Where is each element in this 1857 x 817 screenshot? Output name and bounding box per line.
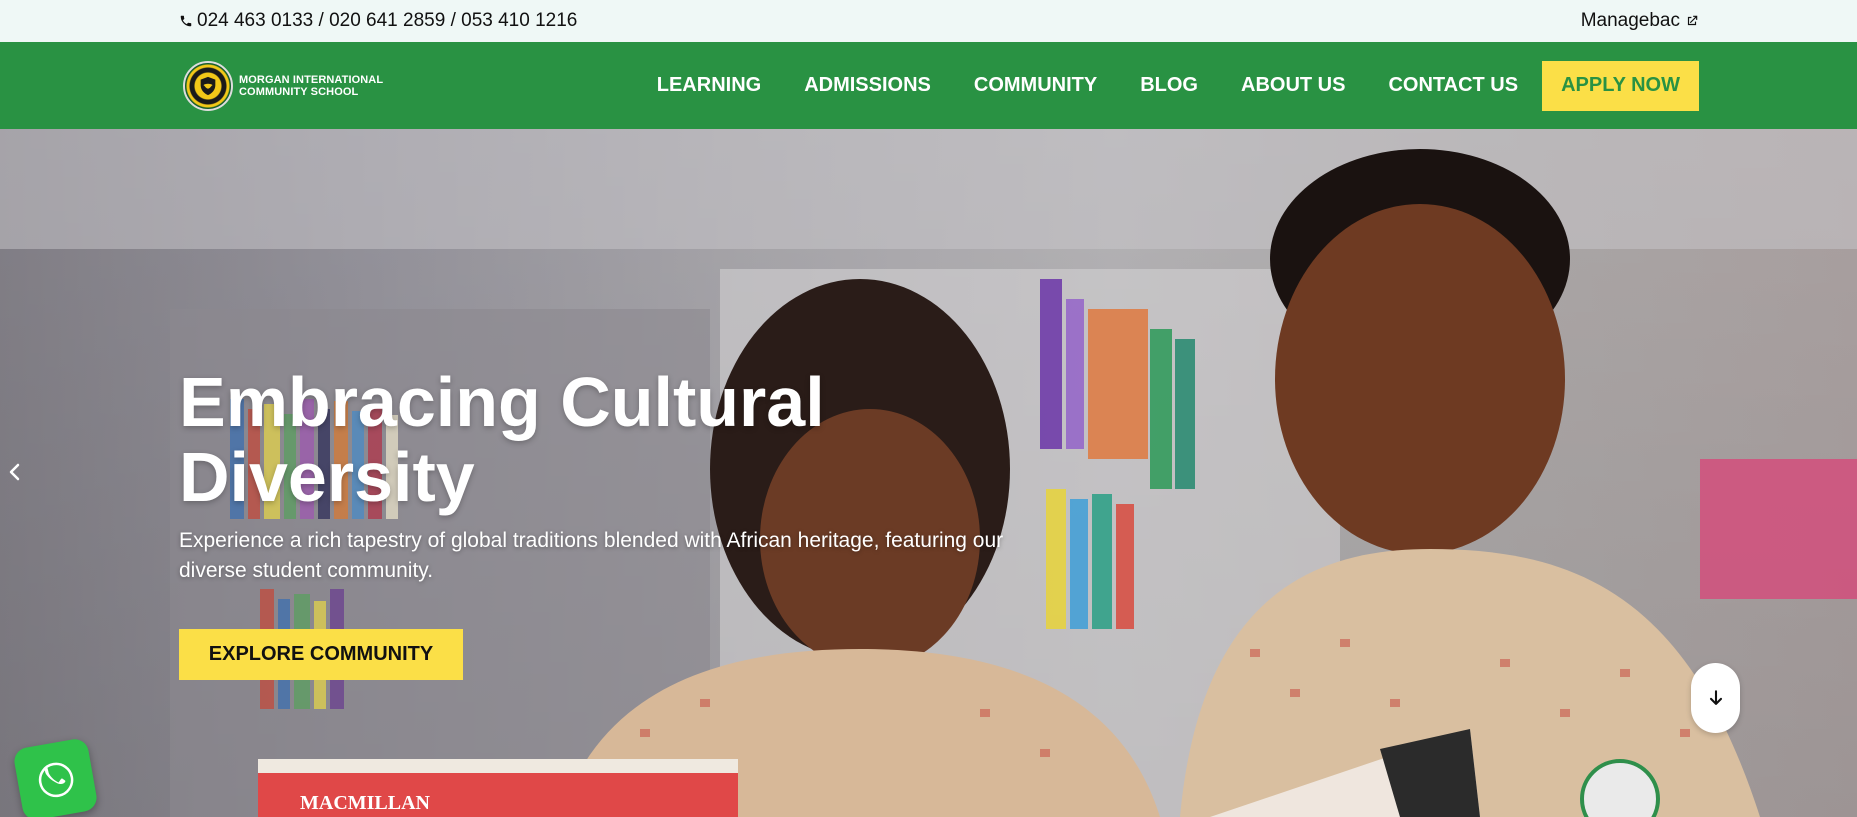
phone-icon — [180, 15, 192, 27]
nav-menu: LEARNING ADMISSIONS COMMUNITY BLOG ABOUT… — [657, 60, 1699, 111]
scroll-down-button[interactable] — [1691, 663, 1740, 733]
school-name: MORGAN INTERNATIONAL COMMUNITY SCHOOL — [239, 74, 383, 98]
apply-now-button[interactable]: APPLY NOW — [1542, 60, 1699, 111]
nav-item-contact-us[interactable]: CONTACT US — [1388, 74, 1518, 97]
phone-numbers: 024 463 0133 / 020 641 2859 / 053 410 12… — [179, 10, 577, 32]
nav-item-blog[interactable]: BLOG — [1140, 74, 1198, 97]
explore-community-button[interactable]: EXPLORE COMMUNITY — [179, 629, 463, 680]
school-crest-icon — [183, 60, 233, 111]
main-navbar: MORGAN INTERNATIONAL COMMUNITY SCHOOL LE… — [0, 42, 1857, 129]
nav-item-admissions[interactable]: ADMISSIONS — [804, 74, 931, 97]
nav-item-community[interactable]: COMMUNITY — [974, 74, 1097, 97]
nav-item-about-us[interactable]: ABOUT US — [1241, 74, 1345, 97]
hero-subtitle: Experience a rich tapestry of global tra… — [179, 529, 1004, 582]
hero-slider: MACMILLAN Embracing Cultural Diversity E… — [0, 129, 1857, 817]
phone-numbers-text: 024 463 0133 / 020 641 2859 / 053 410 12… — [197, 10, 578, 31]
phone-call-icon — [38, 762, 73, 797]
call-widget-button[interactable] — [12, 737, 99, 817]
book-spine-label: MACMILLAN — [300, 792, 431, 814]
managebac-link[interactable]: Managebac — [1581, 10, 1699, 32]
top-contact-bar: 024 463 0133 / 020 641 2859 / 053 410 12… — [0, 0, 1857, 42]
arrow-down-icon — [1709, 690, 1722, 705]
school-name-line2: COMMUNITY SCHOOL — [239, 85, 359, 98]
crest-shield-icon — [200, 76, 216, 95]
managebac-label: Managebac — [1580, 10, 1680, 31]
hero-title-line2: Diversity — [179, 438, 475, 516]
school-logo[interactable]: MORGAN INTERNATIONAL COMMUNITY SCHOOL — [183, 60, 383, 111]
hero-title-line1: Embracing Cultural — [179, 363, 825, 441]
school-name-line1: MORGAN INTERNATIONAL — [239, 73, 384, 86]
chevron-left-icon[interactable] — [6, 462, 24, 482]
hero-title: Embracing Cultural Diversity — [179, 365, 979, 515]
external-link-icon — [1687, 15, 1698, 26]
nav-item-learning[interactable]: LEARNING — [657, 74, 761, 97]
